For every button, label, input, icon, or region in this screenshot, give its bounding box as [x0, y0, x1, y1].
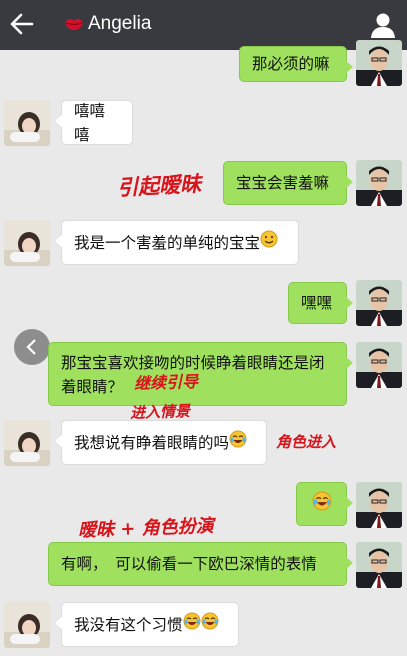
message-bubble-left[interactable]: 嘻嘻嘻: [55, 100, 133, 145]
avatar[interactable]: [356, 542, 402, 588]
message-bubble-right[interactable]: 宝宝会害羞嘛: [223, 161, 353, 205]
message-bubble-left[interactable]: 我没有这个习惯: [55, 602, 239, 647]
person-icon[interactable]: [369, 11, 397, 39]
avatar[interactable]: [356, 160, 402, 206]
lips-icon: [64, 15, 84, 33]
arrow-left-icon[interactable]: [8, 9, 36, 39]
message-bubble-right[interactable]: 嘿嘿: [288, 282, 353, 324]
message-bubble-left[interactable]: 我想说有睁着眼睛的吗: [55, 420, 267, 465]
chevron-left-icon[interactable]: [14, 329, 50, 365]
annotation-text: 角色进入: [276, 433, 337, 451]
message-text: 我想说有睁着眼睛的吗: [74, 433, 230, 452]
message-text: 我没有这个习惯: [74, 615, 183, 634]
joy-emoji-icon: [201, 612, 219, 637]
message-bubble-left[interactable]: 我是一个害羞的单纯的宝宝: [55, 220, 299, 265]
avatar[interactable]: [4, 420, 50, 466]
message-text: 嘿嘿: [301, 294, 333, 312]
message-bubble-right[interactable]: [296, 482, 353, 526]
avatar[interactable]: [356, 482, 402, 528]
message-bubble-right[interactable]: 有啊， 可以偷看一下欧巴深情的表情: [48, 542, 353, 586]
message-text: 嘻嘻嘻: [74, 101, 106, 144]
avatar[interactable]: [356, 280, 402, 326]
smile-emoji-icon: [260, 230, 278, 255]
annotation-text: 暧昧 + 角色扮演: [77, 515, 215, 542]
avatar[interactable]: [4, 220, 50, 266]
message-bubble-right[interactable]: 那必须的嘛: [239, 46, 353, 82]
avatar[interactable]: [356, 40, 402, 86]
message-text: 有啊， 可以偷看一下欧巴深情的表情: [61, 555, 317, 573]
message-text: 宝宝会害羞嘛: [236, 174, 330, 192]
joy-emoji-icon: [183, 612, 201, 637]
chat-header: Angelia: [0, 0, 407, 50]
annotation-text: 引起暧昧: [116, 170, 202, 201]
message-text: 那必须的嘛: [252, 55, 330, 73]
avatar[interactable]: [4, 602, 50, 648]
message-text: 我是一个害羞的单纯的宝宝: [74, 233, 261, 252]
chat-title: Angelia: [88, 13, 152, 34]
avatar[interactable]: [356, 342, 402, 388]
avatar[interactable]: [4, 100, 50, 146]
annotation-text: 继续引导: [133, 371, 199, 394]
joy-emoji-icon: [312, 491, 332, 518]
joy-emoji-icon: [229, 430, 247, 455]
